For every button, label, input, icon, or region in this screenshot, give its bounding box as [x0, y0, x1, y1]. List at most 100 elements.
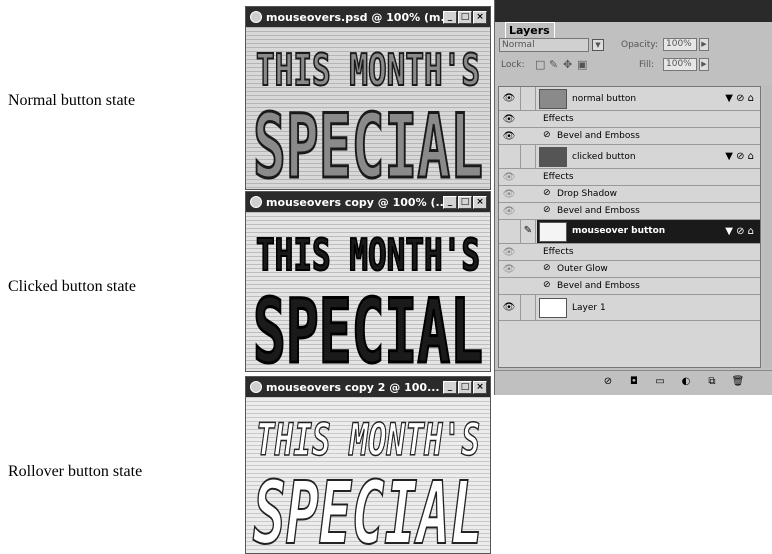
canvas-rollover-button[interactable]: THIS MONTH'S SPECIAL — [246, 397, 490, 553]
add-layer-style-icon[interactable]: ⊘ — [601, 376, 615, 389]
window-titlebar[interactable]: mouseovers copy 2 @ 100... _ □ × — [246, 377, 490, 397]
effect-row-drop-shadow[interactable]: 👁 ⊘ Drop Shadow — [499, 186, 760, 203]
fill-input[interactable]: 100% — [663, 58, 697, 71]
visibility-slot[interactable] — [501, 278, 517, 294]
layer-row-normal-button[interactable]: 👁 normal button ▼ ⊘ ⌂ — [499, 87, 760, 111]
layer-effects-icon[interactable]: ▼ ⊘ ⌂ — [725, 151, 754, 162]
layer-row-mouseover-button[interactable]: ✎ mouseover button ▼ ⊘ ⌂ — [499, 220, 760, 244]
effects-label: Effects — [543, 114, 574, 124]
lock-move-icon[interactable]: ✥ — [563, 58, 572, 71]
document-window-clicked[interactable]: mouseovers copy @ 100% (... _ □ × THIS M… — [245, 191, 491, 372]
close-button[interactable]: × — [473, 10, 487, 24]
window-title: mouseovers copy 2 @ 100... — [266, 380, 440, 394]
visibility-slot[interactable] — [501, 220, 517, 243]
trash-icon[interactable]: 🗑 — [731, 376, 745, 389]
visibility-eye-icon[interactable]: 👁 — [501, 186, 517, 202]
paintbrush-icon[interactable]: ✎ — [520, 220, 536, 243]
blend-mode-arrow-icon[interactable]: ▼ — [592, 39, 604, 51]
minimize-button[interactable]: _ — [443, 380, 457, 394]
window-titlebar[interactable]: mouseovers copy @ 100% (... _ □ × — [246, 192, 490, 212]
effect-icon: ⊘ — [543, 130, 551, 140]
document-window-rollover[interactable]: mouseovers copy 2 @ 100... _ □ × THIS MO… — [245, 376, 491, 554]
headline-line-1: THIS MONTH'S — [256, 45, 480, 96]
layer-name[interactable]: mouseover button — [572, 226, 665, 236]
visibility-eye-icon[interactable]: 👁 — [501, 111, 517, 127]
add-mask-icon[interactable]: ◘ — [627, 376, 641, 389]
lock-paint-icon[interactable]: ✎ — [549, 58, 558, 71]
effect-icon: ⊘ — [543, 280, 551, 290]
blend-mode-select[interactable]: Normal — [499, 38, 589, 52]
window-titlebar[interactable]: mouseovers.psd @ 100% (m... _ □ × — [246, 7, 490, 27]
effect-name: Bevel and Emboss — [557, 131, 640, 141]
effect-row-bevel[interactable]: 👁 ⊘ Bevel and Emboss — [499, 128, 760, 145]
layers-panel[interactable]: Layers Normal ▼ Opacity: 100% ▶ Lock: □ … — [494, 0, 772, 395]
caption-clicked-state: Clicked button state — [8, 278, 136, 295]
visibility-eye-icon[interactable]: 👁 — [501, 244, 517, 260]
headline-line-2: SPECIAL — [253, 95, 483, 189]
effect-row-bevel[interactable]: 👁 ⊘ Bevel and Emboss — [499, 203, 760, 220]
layer-name[interactable]: Layer 1 — [572, 303, 606, 313]
headline-line-1: THIS MONTH'S — [256, 415, 480, 466]
close-button[interactable]: × — [473, 195, 487, 209]
effect-icon: ⊘ — [543, 263, 551, 273]
minimize-button[interactable]: _ — [443, 195, 457, 209]
minimize-button[interactable]: _ — [443, 10, 457, 24]
layers-scrollbar[interactable] — [764, 86, 772, 368]
link-slot[interactable] — [520, 295, 536, 320]
effects-label: Effects — [543, 172, 574, 182]
layers-panel-toolbar: ⊘ ◘ ▭ ◐ ⧉ 🗑 — [495, 370, 772, 395]
canvas-clicked-button[interactable]: THIS MONTH'S SPECIAL — [246, 212, 490, 371]
layer-row-layer-1[interactable]: 👁 Layer 1 — [499, 295, 760, 321]
visibility-eye-icon[interactable]: 👁 — [501, 261, 517, 277]
maximize-button[interactable]: □ — [458, 10, 472, 24]
maximize-button[interactable]: □ — [458, 380, 472, 394]
link-slot[interactable] — [520, 87, 536, 110]
photoshop-app-icon — [250, 381, 262, 393]
lock-transparency-icon[interactable]: □ — [535, 58, 545, 71]
rollover-button-artwork: THIS MONTH'S SPECIAL — [246, 397, 490, 553]
visibility-eye-icon[interactable]: 👁 — [501, 87, 517, 110]
close-button[interactable]: × — [473, 380, 487, 394]
photoshop-app-icon — [250, 196, 262, 208]
visibility-eye-icon[interactable]: 👁 — [501, 295, 517, 320]
effect-row-bevel[interactable]: ⊘ Bevel and Emboss — [499, 278, 760, 295]
window-title: mouseovers.psd @ 100% (m... — [266, 10, 443, 24]
new-layer-icon[interactable]: ⧉ — [705, 376, 719, 389]
fill-label: Fill: — [639, 60, 655, 70]
link-slot[interactable] — [520, 145, 536, 168]
effect-row-outer-glow[interactable]: 👁 ⊘ Outer Glow — [499, 261, 760, 278]
canvas-normal-button[interactable]: THIS MONTH'S SPECIAL — [246, 27, 490, 189]
maximize-button[interactable]: □ — [458, 195, 472, 209]
lock-all-icon[interactable]: ▣ — [577, 58, 587, 71]
layer-effects-row[interactable]: 👁 Effects — [499, 111, 760, 128]
opacity-slider-arrow-icon[interactable]: ▶ — [699, 38, 709, 51]
visibility-slot[interactable] — [501, 145, 517, 168]
opacity-input[interactable]: 100% — [663, 38, 697, 51]
effect-icon: ⊘ — [543, 205, 551, 215]
visibility-eye-icon[interactable]: 👁 — [501, 169, 517, 185]
layers-list[interactable]: 👁 normal button ▼ ⊘ ⌂ 👁 Effects 👁 ⊘ Beve… — [498, 86, 761, 368]
effect-icon: ⊘ — [543, 188, 551, 198]
layer-effects-row[interactable]: 👁 Effects — [499, 244, 760, 261]
visibility-eye-icon[interactable]: 👁 — [501, 203, 517, 219]
document-window-normal[interactable]: mouseovers.psd @ 100% (m... _ □ × THIS M… — [245, 6, 491, 190]
layer-row-clicked-button[interactable]: clicked button ▼ ⊘ ⌂ — [499, 145, 760, 169]
tab-layers[interactable]: Layers — [505, 22, 555, 38]
headline-line-2: SPECIAL — [253, 464, 483, 553]
new-set-icon[interactable]: ▭ — [653, 376, 667, 389]
layer-name[interactable]: normal button — [572, 94, 636, 104]
caption-normal-state: Normal button state — [8, 92, 136, 109]
fill-slider-arrow-icon[interactable]: ▶ — [699, 58, 709, 71]
layer-effects-icon[interactable]: ▼ ⊘ ⌂ — [725, 93, 754, 104]
layer-effects-row[interactable]: 👁 Effects — [499, 169, 760, 186]
layer-effects-icon[interactable]: ▼ ⊘ ⌂ — [725, 226, 754, 237]
layer-thumbnail — [539, 222, 567, 242]
layer-thumbnail — [539, 298, 567, 318]
caption-rollover-state: Rollover button state — [8, 463, 143, 480]
headline-line-2: SPECIAL — [253, 280, 483, 371]
layer-name[interactable]: clicked button — [572, 152, 636, 162]
clicked-button-artwork: THIS MONTH'S SPECIAL — [246, 212, 490, 371]
visibility-eye-icon[interactable]: 👁 — [501, 128, 517, 144]
window-title: mouseovers copy @ 100% (... — [266, 195, 443, 209]
new-adjustment-layer-icon[interactable]: ◐ — [679, 376, 693, 389]
